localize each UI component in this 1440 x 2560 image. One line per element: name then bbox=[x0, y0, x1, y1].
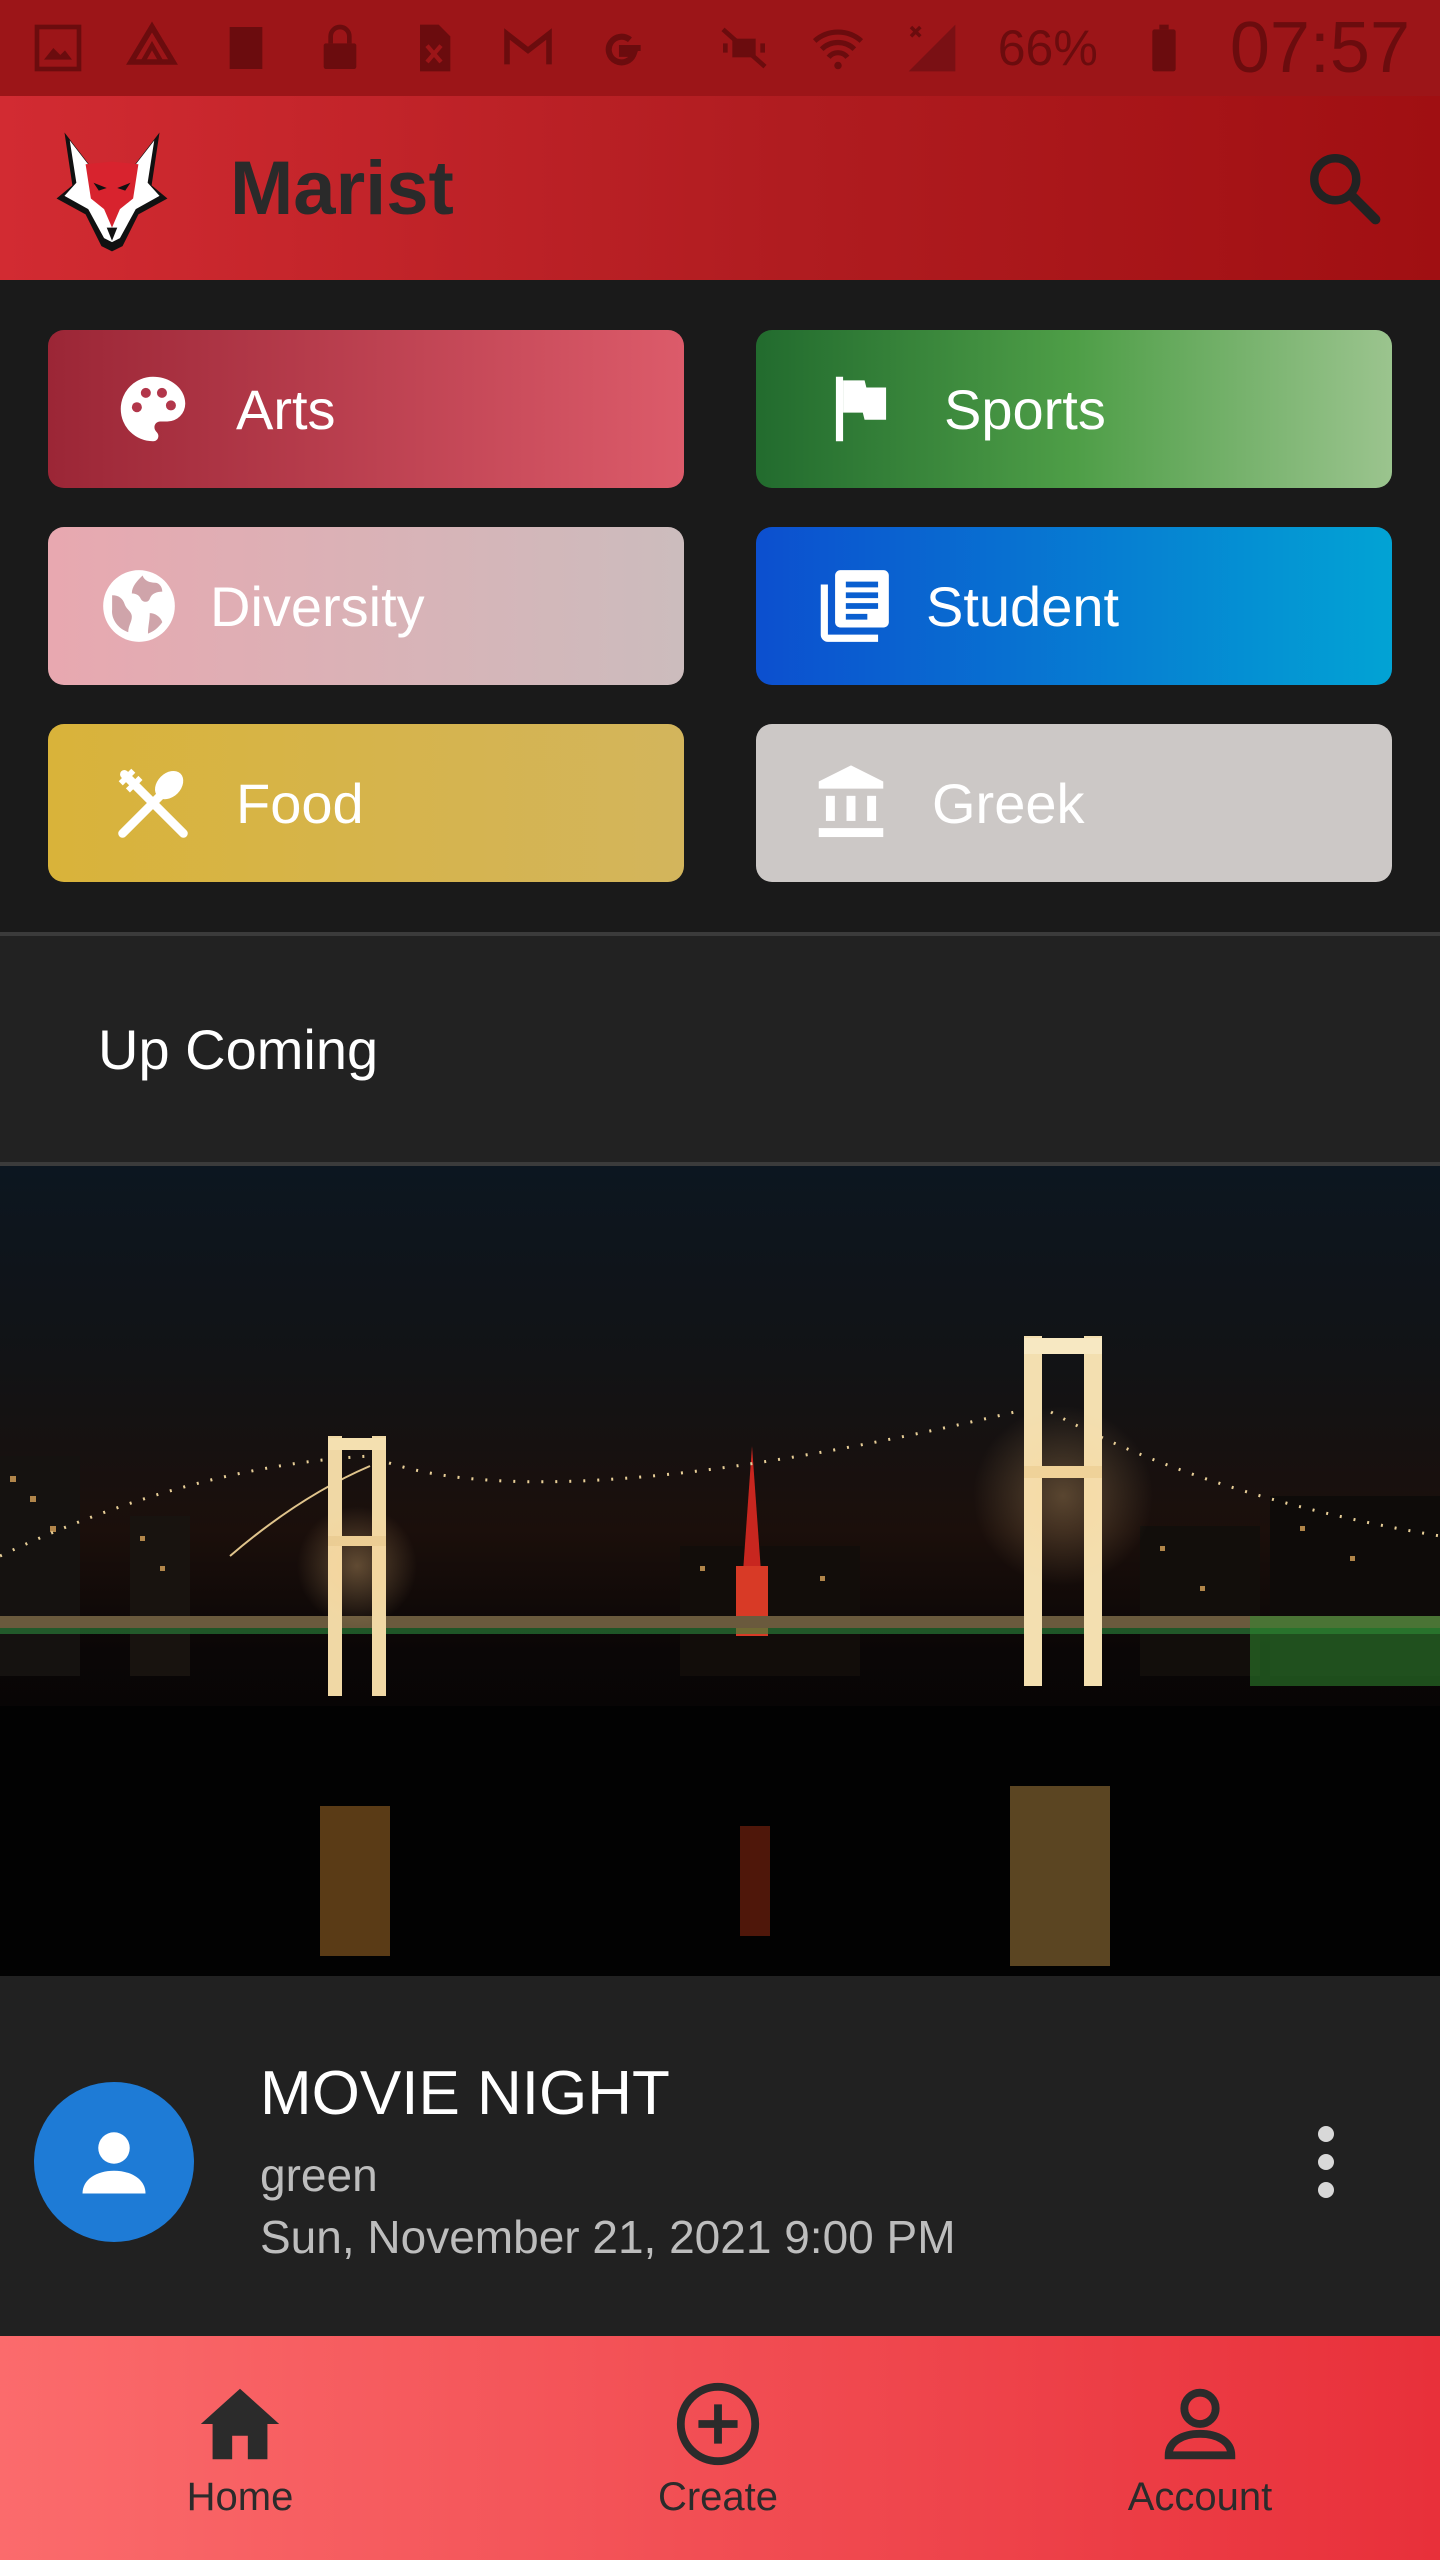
signal-icon bbox=[904, 20, 960, 76]
battery-percent: 66% bbox=[997, 20, 1098, 76]
notification-icons bbox=[30, 20, 650, 76]
gmail-icon bbox=[500, 20, 556, 76]
library-books-icon bbox=[820, 570, 889, 642]
more-vert-icon bbox=[1318, 2182, 1334, 2198]
category-sports-button[interactable]: Sports bbox=[756, 330, 1392, 488]
category-arts-button[interactable]: Arts bbox=[48, 330, 684, 488]
category-label: Sports bbox=[944, 377, 1106, 441]
palette-icon bbox=[120, 376, 186, 442]
flag-icon bbox=[835, 376, 887, 442]
category-label: Arts bbox=[236, 377, 336, 441]
event-image[interactable] bbox=[0, 1166, 1440, 1976]
battery-icon bbox=[1136, 20, 1192, 76]
category-label: Student bbox=[926, 574, 1120, 638]
more-vert-icon bbox=[1318, 2154, 1334, 2170]
more-vert-icon bbox=[1318, 2126, 1334, 2142]
app-title: Marist bbox=[230, 145, 454, 231]
status-bar: 66% 07:57 bbox=[0, 0, 1440, 96]
category-student-button[interactable]: Student bbox=[756, 527, 1392, 685]
person-icon bbox=[82, 2132, 146, 2194]
nav-label: Account bbox=[1127, 2474, 1273, 2519]
google-icon bbox=[594, 20, 650, 76]
drive-icon bbox=[124, 20, 180, 76]
category-diversity-button[interactable]: Diversity bbox=[48, 527, 684, 685]
add-circle-icon bbox=[676, 2382, 760, 2465]
image-icon bbox=[30, 20, 86, 76]
event-date: Sun, November 21, 2021 9:00 PM bbox=[260, 2211, 956, 2263]
system-icons: 66% 07:57 bbox=[716, 7, 1410, 89]
category-greek-button[interactable]: Greek bbox=[756, 724, 1392, 882]
more-options-button[interactable] bbox=[1296, 2102, 1356, 2222]
mute-icon bbox=[716, 20, 772, 76]
bottom-navigation: Home Create Account bbox=[0, 2336, 1440, 2560]
search-icon bbox=[1310, 154, 1381, 225]
upcoming-header: Up Coming bbox=[0, 936, 1440, 1162]
category-label: Diversity bbox=[210, 574, 425, 638]
lock-icon bbox=[312, 20, 368, 76]
clock: 07:57 bbox=[1229, 8, 1410, 88]
category-grid: Arts Sports Diversity Student Food Greek bbox=[0, 280, 1440, 932]
category-food-button[interactable]: Food bbox=[48, 724, 684, 882]
nav-account[interactable]: Account bbox=[1040, 2336, 1360, 2560]
nav-label: Create bbox=[657, 2474, 779, 2519]
night-bridge-photo bbox=[0, 1166, 1440, 1976]
nav-create[interactable]: Create bbox=[558, 2336, 878, 2560]
red-fox-logo-icon bbox=[56, 132, 168, 252]
nav-home[interactable]: Home bbox=[80, 2336, 400, 2560]
wifi-icon bbox=[810, 20, 866, 76]
category-label: Greek bbox=[932, 771, 1085, 835]
event-subtitle: green bbox=[260, 2149, 378, 2201]
restaurant-icon bbox=[118, 768, 188, 838]
event-card[interactable]: MOVIE NIGHT green Sun, November 21, 2021… bbox=[0, 1976, 1440, 2336]
search-button[interactable] bbox=[1294, 138, 1394, 238]
home-icon bbox=[200, 2388, 280, 2459]
person-icon bbox=[1164, 2388, 1236, 2459]
event-title: MOVIE NIGHT bbox=[260, 2059, 670, 2128]
nav-label: Home bbox=[186, 2474, 294, 2519]
sheet-icon bbox=[406, 20, 462, 76]
category-label: Food bbox=[236, 771, 364, 835]
institution-icon bbox=[818, 765, 884, 838]
avatar[interactable] bbox=[34, 2082, 194, 2242]
globe-icon bbox=[103, 570, 175, 642]
app-bar: Marist bbox=[0, 96, 1440, 280]
document-icon bbox=[218, 20, 274, 76]
upcoming-title: Up Coming bbox=[98, 1017, 379, 1081]
